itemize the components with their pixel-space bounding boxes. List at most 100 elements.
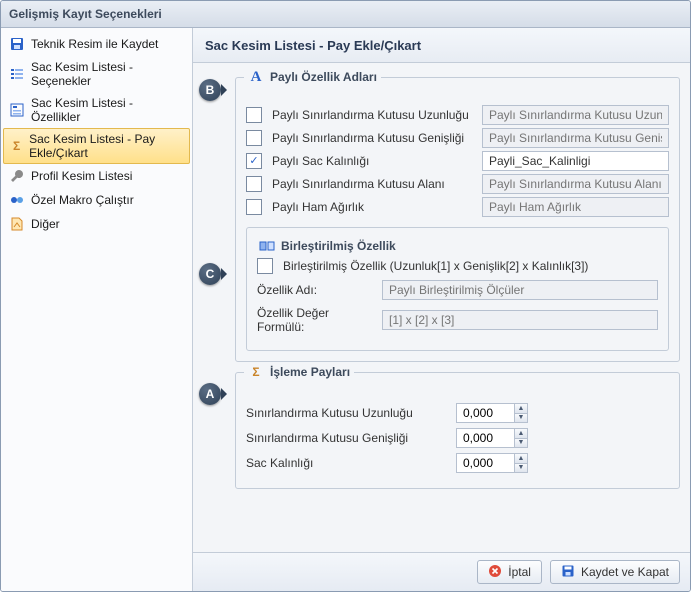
spin-down-button[interactable]: ▼ [515,464,527,473]
input-alw-length[interactable] [456,403,514,423]
input-thickness[interactable] [482,151,669,171]
spin-buttons: ▲ ▼ [514,453,528,473]
sidebar: Teknik Resim ile Kaydet Sac Kesim Listes… [1,28,193,591]
group-title-text: Paylı Özellik Adları [270,70,377,84]
input-merged-formula[interactable] [382,310,658,330]
sidebar-item-label: Profil Kesim Listesi [31,169,132,183]
row-bbox-length: ✓ Paylı Sınırlandırma Kutusu Uzunluğu [246,105,669,125]
group-machining-title-text: İşleme Payları [270,365,350,379]
group-allowance-names-title: A Paylı Özellik Adları [244,69,381,85]
callout-c: C [199,263,221,285]
label-alw-width: Sınırlandırma Kutusu Genişliği [246,431,446,445]
label-merged-formula: Özellik Değer Formülü: [257,306,372,334]
spin-buttons: ▲ ▼ [514,428,528,448]
spin-up-button[interactable]: ▲ [515,429,527,439]
row-merged-formula: Özellik Değer Formülü: [257,306,658,334]
cancel-button[interactable]: İptal [477,560,542,584]
input-merged-name[interactable] [382,280,658,300]
group-merged-title: Birleştirilmiş Özellik [255,238,400,254]
checkbox-bbox-area[interactable]: ✓ [246,176,262,192]
sidebar-item-label: Sac Kesim Listesi - Pay Ekle/Çıkart [29,132,183,160]
page-title: Sac Kesim Listesi - Pay Ekle/Çıkart [193,28,690,63]
checkbox-raw-weight[interactable]: ✓ [246,199,262,215]
row-bbox-area: ✓ Paylı Sınırlandırma Kutusu Alanı [246,174,669,194]
dialog-footer: İptal Kaydet ve Kapat [193,552,690,591]
label-merged: Birleştirilmiş Özellik (Uzunluk[1] x Gen… [283,259,588,273]
other-icon [9,216,25,232]
sidebar-item-label: Özel Makro Çalıştır [31,193,134,207]
merge-icon [259,238,275,254]
row-alw-thickness: Sac Kalınlığı ▲ ▼ [246,453,669,473]
label-merged-name: Özellik Adı: [257,283,372,297]
row-bbox-width: ✓ Paylı Sınırlandırma Kutusu Genişliği [246,128,669,148]
spinner-alw-thickness: ▲ ▼ [456,453,528,473]
row-alw-length: Sınırlandırma Kutusu Uzunluğu ▲ ▼ [246,403,669,423]
spin-down-button[interactable]: ▼ [515,439,527,448]
label-raw-weight: Paylı Ham Ağırlık [272,200,472,214]
checkbox-thickness[interactable]: ✓ [246,153,262,169]
sidebar-item-profile-cutlist[interactable]: Profil Kesim Listesi [1,164,192,188]
sidebar-item-label: Sac Kesim Listesi - Seçenekler [31,60,184,88]
checkbox-bbox-length[interactable]: ✓ [246,107,262,123]
letter-a-icon: A [248,69,264,85]
input-alw-thickness[interactable] [456,453,514,473]
sidebar-item-cutlist-props[interactable]: Sac Kesim Listesi - Özellikler [1,92,192,128]
label-bbox-area: Paylı Sınırlandırma Kutusu Alanı [272,177,472,191]
save-icon [9,36,25,52]
row-merged-checkbox: ✓ Birleştirilmiş Özellik (Uzunluk[1] x G… [257,258,658,274]
row-alw-width: Sınırlandırma Kutusu Genişliği ▲ ▼ [246,428,669,448]
sidebar-item-save-drawing[interactable]: Teknik Resim ile Kaydet [1,32,192,56]
checkbox-merged[interactable]: ✓ [257,258,273,274]
group-machining-title: Σ İşleme Payları [244,364,354,380]
sidebar-item-other[interactable]: Diğer [1,212,192,236]
list-props-icon [9,102,25,118]
sidebar-item-custom-macro[interactable]: Özel Makro Çalıştır [1,188,192,212]
input-bbox-length[interactable] [482,105,669,125]
window-body: Teknik Resim ile Kaydet Sac Kesim Listes… [1,28,690,591]
spin-buttons: ▲ ▼ [514,403,528,423]
group-machining-allowances: Σ İşleme Payları Sınırlandırma Kutusu Uz… [235,372,680,489]
callout-b: B [199,79,221,101]
input-bbox-width[interactable] [482,128,669,148]
group-merged-title-text: Birleştirilmiş Özellik [281,239,396,253]
row-thickness: ✓ Paylı Sac Kalınlığı [246,151,669,171]
save-and-close-button[interactable]: Kaydet ve Kapat [550,560,680,584]
window-title: Gelişmiş Kayıt Seçenekleri [1,1,690,28]
input-bbox-area[interactable] [482,174,669,194]
checkbox-bbox-width[interactable]: ✓ [246,130,262,146]
sidebar-item-label: Diğer [31,217,60,231]
row-merged-name: Özellik Adı: [257,280,658,300]
label-alw-length: Sınırlandırma Kutusu Uzunluğu [246,406,446,420]
input-raw-weight[interactable] [482,197,669,217]
save-button-label: Kaydet ve Kapat [581,565,669,579]
main-content: B C A A Paylı Özellik Adları ✓ Paylı Sın… [193,63,690,552]
row-raw-weight: ✓ Paylı Ham Ağırlık [246,197,669,217]
label-bbox-width: Paylı Sınırlandırma Kutusu Genişliği [272,131,472,145]
group-merged-property: Birleştirilmiş Özellik ✓ Birleştirilmiş … [246,227,669,351]
sidebar-item-label: Sac Kesim Listesi - Özellikler [31,96,184,124]
save-icon [561,564,575,581]
callout-a: A [199,383,221,405]
spin-down-button[interactable]: ▼ [515,414,527,423]
macro-icon [9,192,25,208]
sigma-icon: Σ [248,364,264,380]
spinner-alw-length: ▲ ▼ [456,403,528,423]
sidebar-item-label: Teknik Resim ile Kaydet [31,37,158,51]
wrench-icon [9,168,25,184]
label-thickness: Paylı Sac Kalınlığı [272,154,472,168]
input-alw-width[interactable] [456,428,514,448]
group-allowance-names: A Paylı Özellik Adları ✓ Paylı Sınırland… [235,77,680,362]
label-bbox-length: Paylı Sınırlandırma Kutusu Uzunluğu [272,108,472,122]
sidebar-item-cutlist-allowance[interactable]: Σ Sac Kesim Listesi - Pay Ekle/Çıkart [3,128,190,164]
cancel-icon [488,564,502,581]
spin-up-button[interactable]: ▲ [515,404,527,414]
spin-up-button[interactable]: ▲ [515,454,527,464]
main-panel: Sac Kesim Listesi - Pay Ekle/Çıkart B C … [193,28,690,591]
sigma-icon: Σ [10,138,23,154]
spinner-alw-width: ▲ ▼ [456,428,528,448]
cancel-button-label: İptal [508,565,531,579]
list-icon [9,66,25,82]
label-alw-thickness: Sac Kalınlığı [246,456,446,470]
dialog-window: Gelişmiş Kayıt Seçenekleri Teknik Resim … [0,0,691,592]
sidebar-item-cutlist-options[interactable]: Sac Kesim Listesi - Seçenekler [1,56,192,92]
